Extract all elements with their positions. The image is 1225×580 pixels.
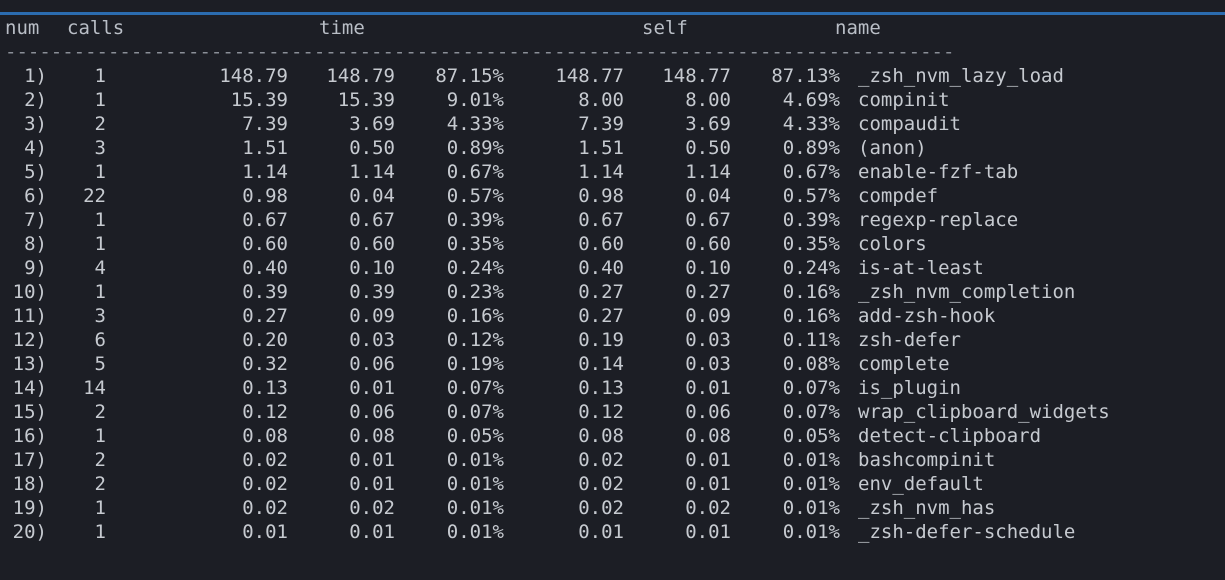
row-self-percent: 0.08% <box>782 353 840 375</box>
row-function-name: detect-clipboard <box>858 425 1042 447</box>
row-self-percent: 0.01% <box>782 449 840 471</box>
row-self-percent: 0.05% <box>782 425 840 447</box>
table-header: num calls time self name <box>5 16 881 40</box>
row-function-name: is_plugin <box>858 377 961 399</box>
row-function-name: colors <box>858 233 927 255</box>
header-time: time <box>319 17 365 39</box>
row-function-name: bashcompinit <box>858 449 996 471</box>
row-self-percent: 0.01% <box>782 473 840 495</box>
row-function-name: env_default <box>858 473 984 495</box>
header-self: self <box>642 17 688 39</box>
row-function-name: _zsh_nvm_has <box>858 497 996 519</box>
row-function-name: zsh-defer <box>858 329 961 351</box>
header-rule: ----------------------------------------… <box>5 41 955 63</box>
row-self-percent: 0.16% <box>782 281 840 303</box>
row-function-name: _zsh_nvm_completion <box>858 281 1076 303</box>
row-self-percent: 0.35% <box>782 233 840 255</box>
row-self-percent: 0.07% <box>782 377 840 399</box>
row-function-name: compinit <box>858 89 950 111</box>
terminal-window[interactable]: num calls time self name ---------------… <box>0 0 1225 580</box>
row-self-percent: 0.11% <box>782 329 840 351</box>
row-function-name: complete <box>858 353 950 375</box>
row-self-percent: 87.13% <box>771 65 840 87</box>
row-function-name: _zsh-defer-schedule <box>858 521 1076 543</box>
row-self-percent: 0.57% <box>782 185 840 207</box>
row-function-name: add-zsh-hook <box>858 305 996 327</box>
row-function-name: _zsh_nvm_lazy_load <box>858 65 1064 87</box>
row-self-percent: 4.69% <box>782 89 840 111</box>
terminal-top-accent-bar <box>0 12 1225 15</box>
row-function-name: enable-fzf-tab <box>858 161 1019 183</box>
row-self-percent: 0.24% <box>782 257 840 279</box>
row-function-name: is-at-least <box>858 257 984 279</box>
row-self-percent: 0.16% <box>782 305 840 327</box>
row-self-percent: 0.07% <box>782 401 840 423</box>
row-function-name: compdef <box>858 185 939 207</box>
row-self-percent: 0.01% <box>782 521 840 543</box>
header-calls: calls <box>67 17 125 39</box>
row-self-percent: 0.39% <box>782 209 840 231</box>
row-function-name: wrap_clipboard_widgets <box>858 401 1110 423</box>
row-self-percent: 4.33% <box>782 113 840 135</box>
row-function-name: compaudit <box>858 113 961 135</box>
row-function-name: (anon) <box>858 137 927 159</box>
row-function-name: regexp-replace <box>858 209 1019 231</box>
header-num: num <box>5 17 40 39</box>
row-self-percent: 0.67% <box>782 161 840 183</box>
row-self-percent: 0.01% <box>782 497 840 519</box>
row-self-percent: 0.89% <box>782 137 840 159</box>
header-name: name <box>835 17 881 39</box>
